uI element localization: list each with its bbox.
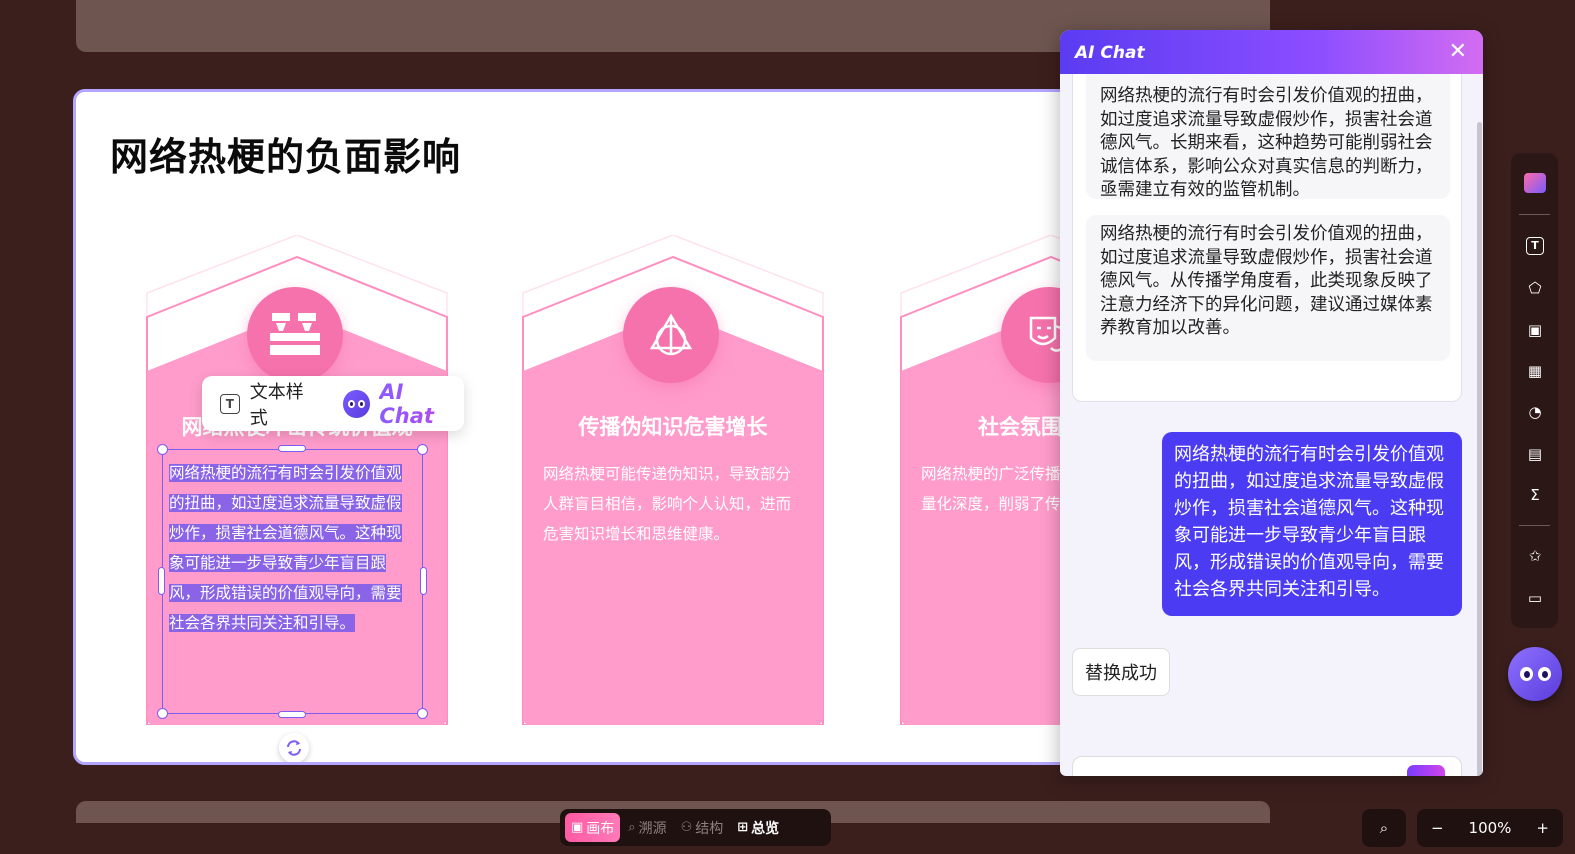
canvas-icon: ▣	[571, 820, 584, 835]
card-title[interactable]: 传播伪知识危害增长	[521, 411, 825, 441]
chat-input[interactable]	[1072, 756, 1462, 776]
zoom-out-button[interactable]: −	[1431, 819, 1444, 837]
card-pseudo-knowledge[interactable]: 传播伪知识危害增长 网络热梗可能传递伪知识，导致部分人群盲目相信，影响个人认知，…	[521, 235, 825, 725]
ai-chat-button[interactable]: AI Chat	[342, 380, 464, 428]
ai-assistant-float-icon[interactable]	[1508, 647, 1562, 701]
resize-handle-top[interactable]	[278, 445, 306, 452]
ai-chat-panel: AI Chat ✕ 网络热梗的流行有时会引发价值观的扭曲，如过度追求流量导致虚假…	[1060, 30, 1483, 776]
search-icon[interactable]: ⌕	[1362, 809, 1406, 847]
template-icon[interactable]: ▭	[1524, 587, 1546, 609]
resize-handle-bottom-right[interactable]	[417, 708, 428, 719]
close-icon[interactable]: ✕	[1449, 41, 1467, 63]
effects-icon[interactable]: ✩	[1524, 545, 1546, 567]
mode-canvas[interactable]: ▣ 画布	[565, 813, 621, 842]
view-mode-bar: ▣ 画布 ⌕ 溯源 ⚇ 结构 ⊞ 总览	[560, 809, 831, 846]
text-context-toolbar: T 文本样式 AI Chat	[202, 376, 464, 431]
text-style-button[interactable]: 文本样式	[250, 378, 321, 430]
mode-trace[interactable]: ⌕ 溯源	[622, 813, 672, 842]
divider	[1519, 525, 1550, 526]
rotate-icon	[287, 740, 301, 756]
chat-messages[interactable]: 网络热梗的流行有时会引发价值观的扭曲，如过度追求流量导致虚假炒作，损害社会道德风…	[1060, 74, 1483, 776]
mode-structure[interactable]: ⚇ 结构	[675, 813, 730, 842]
media-icon[interactable]: ▤	[1524, 443, 1546, 465]
trace-icon: ⌕	[628, 820, 636, 835]
tool-rail: T ⬠ ▣ ▦ ◔ ▤ Σ ✩ ▭	[1511, 153, 1558, 628]
brand-logo-icon[interactable]	[1524, 173, 1546, 193]
send-button[interactable]	[1407, 765, 1445, 776]
chat-header: AI Chat ✕	[1060, 30, 1483, 74]
ai-message[interactable]: 网络热梗的流行有时会引发价值观的扭曲，如过度追求流量导致虚假炒作，损害社会道德风…	[1086, 74, 1450, 200]
text-icon[interactable]: T	[1526, 237, 1544, 255]
chart-icon[interactable]: ◔	[1524, 401, 1546, 423]
knowledge-icon	[623, 287, 719, 383]
resize-handle-left[interactable]	[158, 567, 165, 595]
zoom-control: − 100% +	[1417, 809, 1563, 847]
chat-scrollbar[interactable]	[1477, 122, 1482, 776]
overview-icon: ⊞	[737, 820, 749, 835]
resize-handle-top-left[interactable]	[157, 444, 168, 455]
card-social-atmosphere[interactable]: 社会氛围网络 网络热梗的广泛传播趋于网络化、轻量化深度，削弱了传统文蕴。	[899, 235, 1082, 725]
text-style-icon[interactable]: T	[220, 393, 240, 414]
structure-icon: ⚇	[680, 820, 693, 835]
image-icon[interactable]: ▣	[1524, 319, 1546, 341]
zoom-level: 100%	[1468, 819, 1512, 837]
chat-title: AI Chat	[1075, 43, 1145, 63]
user-message[interactable]: 网络热梗的流行有时会引发价值观的扭曲，如过度追求流量导致虚假炒作，损害社会道德风…	[1162, 432, 1462, 616]
shape-icon[interactable]: ⬠	[1524, 277, 1546, 299]
table-icon[interactable]: ▦	[1524, 360, 1546, 382]
resize-handle-bottom-left[interactable]	[157, 708, 168, 719]
rotate-handle[interactable]	[279, 733, 309, 762]
slide-title[interactable]: 网络热梗的负面影响	[110, 126, 461, 181]
divider	[1519, 214, 1550, 215]
status-message: 替换成功	[1072, 648, 1170, 696]
card-title[interactable]: 社会氛围网络	[889, 411, 1082, 441]
selection-box[interactable]	[157, 444, 428, 719]
ai-chat-label: AI Chat	[379, 380, 464, 428]
zoom-in-button[interactable]: +	[1536, 819, 1549, 837]
formula-icon[interactable]: Σ	[1524, 484, 1546, 506]
ai-response-group: 网络热梗的流行有时会引发价值观的扭曲，如过度追求流量导致虚假炒作，损害社会道德风…	[1072, 74, 1462, 402]
resize-handle-right[interactable]	[420, 567, 427, 595]
resize-handle-top-right[interactable]	[417, 444, 428, 455]
resize-handle-bottom[interactable]	[278, 711, 306, 718]
ai-message[interactable]: 网络热梗的流行有时会引发价值观的扭曲，如过度追求流量导致虚假炒作，损害社会道德风…	[1086, 215, 1450, 361]
slide-canvas[interactable]: 网络热梗的负面影响 网络热梗冲击传统价值观 传播伪知识危害增长 网络热梗可能传递…	[73, 89, 1085, 765]
ai-bot-icon	[342, 389, 371, 418]
card-body[interactable]: 网络热梗可能传递伪知识，导致部分人群盲目相信，影响个人认知，进而危害知识增长和思…	[543, 459, 805, 549]
mode-overview[interactable]: ⊞ 总览	[731, 813, 785, 842]
values-icon	[247, 287, 343, 383]
